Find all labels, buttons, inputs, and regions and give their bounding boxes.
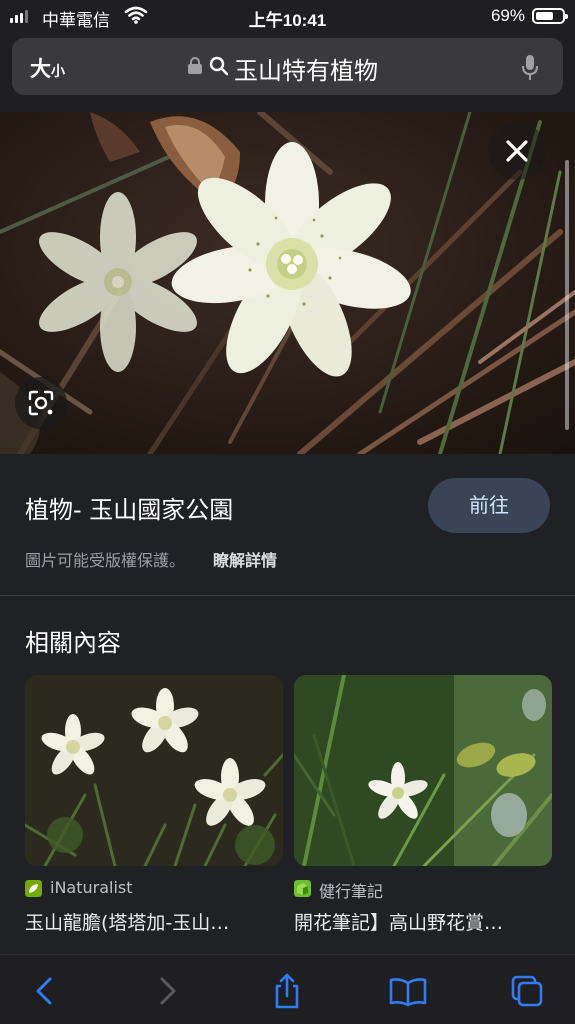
clock: 上午10:41 — [248, 11, 327, 30]
page-title[interactable]: 植物- 玉山國家公園 — [25, 490, 233, 525]
back-icon[interactable] — [28, 973, 62, 1009]
learn-more-link[interactable]: 瞭解詳情 — [213, 547, 277, 571]
related-title[interactable]: 玉山龍膽(塔塔加-玉山… — [25, 908, 283, 935]
related-thumbnail[interactable] — [294, 675, 552, 866]
share-icon[interactable] — [270, 973, 304, 1009]
search-icon — [209, 56, 229, 76]
related-card[interactable]: iNaturalist 玉山龍膽(塔塔加-玉山… — [25, 675, 283, 935]
lock-icon — [188, 57, 202, 74]
related-card[interactable]: 健行筆記 開花筆記】高山野花賞… — [294, 675, 552, 935]
hiking-biji-favicon-icon — [294, 880, 311, 897]
google-lens-button[interactable] — [15, 377, 67, 429]
address-bar[interactable]: 大小 玉山特有植物 — [12, 38, 563, 95]
source-name: 健行筆記 — [319, 882, 384, 901]
divider — [0, 595, 575, 596]
inaturalist-favicon-icon — [25, 880, 42, 897]
related-title[interactable]: 開花筆記】高山野花賞… — [294, 908, 552, 935]
copyright-notice: 圖片可能受版權保護。 — [25, 551, 186, 570]
bottom-toolbar — [0, 954, 575, 1024]
image-details-panel: 植物- 玉山國家公園 前往 圖片可能受版權保護。 瞭解詳情 相關內容 iNatu… — [0, 454, 575, 954]
browser-toolbar: 大小 玉山特有植物 — [0, 34, 575, 112]
bookmarks-icon[interactable] — [388, 973, 428, 1009]
google-lens-icon — [28, 390, 54, 416]
source-row[interactable]: iNaturalist — [25, 878, 283, 898]
related-thumbnail[interactable] — [25, 675, 283, 866]
close-icon — [506, 140, 528, 162]
source-row[interactable]: 健行筆記 — [294, 878, 552, 901]
visit-button[interactable]: 前往 — [428, 478, 550, 533]
image-scrollbar[interactable] — [565, 160, 569, 430]
search-query[interactable]: 玉山特有植物 — [234, 51, 378, 86]
close-button[interactable] — [488, 122, 546, 180]
forward-icon[interactable] — [150, 973, 184, 1009]
source-name: iNaturalist — [50, 878, 133, 897]
tabs-icon[interactable] — [510, 973, 544, 1009]
battery-icon — [532, 8, 568, 24]
battery-percent: 69% — [490, 6, 525, 25]
status-bar: 中華電信 上午10:41 69% — [0, 0, 575, 34]
microphone-icon[interactable] — [520, 54, 540, 82]
text-size-button[interactable]: 大小 — [30, 53, 65, 83]
related-heading: 相關內容 — [25, 629, 121, 657]
